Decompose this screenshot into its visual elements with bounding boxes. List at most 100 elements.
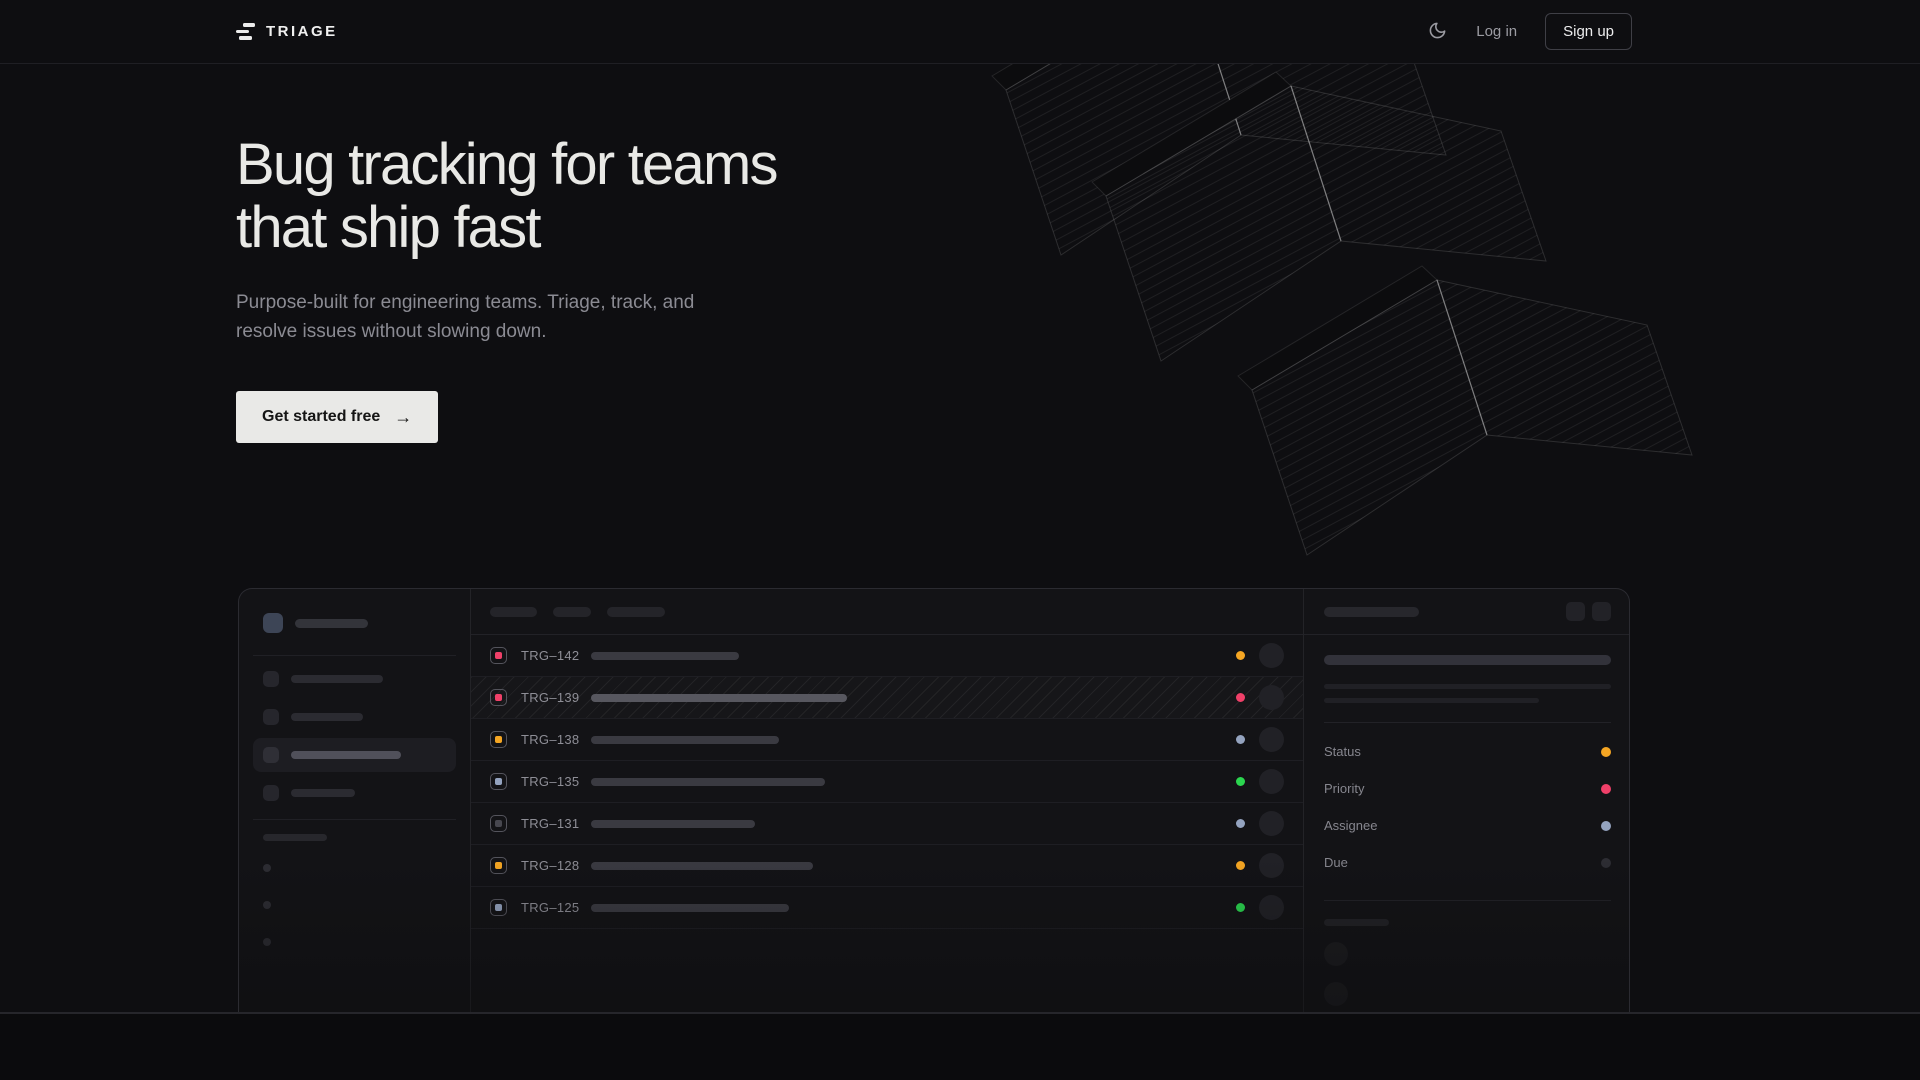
activity-section-placeholder <box>1324 919 1389 926</box>
panel-field-label: Priority <box>1324 781 1364 796</box>
app-mockup: TRG–142 TRG–139 TRG–138 TRG–135 TRG–131 TRG–1… <box>238 588 1630 1013</box>
issue-type-icon <box>490 731 507 748</box>
header-actions: Log in Sign up <box>1426 13 1632 50</box>
issue-type-icon-fill <box>495 778 502 785</box>
issue-type-icon <box>490 689 507 706</box>
description-line-placeholder <box>1324 684 1611 689</box>
wireframe-shape-2 <box>1092 72 1546 361</box>
mock-issue-list: TRG–142 TRG–139 TRG–138 TRG–135 TRG–131 TRG–1… <box>471 635 1303 929</box>
mock-panel-activity <box>1324 942 1611 1006</box>
panel-title-placeholder <box>1324 607 1419 617</box>
mock-issue-row: TRG–142 <box>471 635 1303 677</box>
brand-logo[interactable]: TRIAGE <box>236 23 338 40</box>
issue-status-dot <box>1236 861 1245 870</box>
hero-subtitle: Purpose-built for engineering teams. Tri… <box>236 289 996 347</box>
mock-sidebar-dots <box>263 864 456 946</box>
issue-assignee-avatar <box>1259 769 1284 794</box>
issue-title-placeholder <box>591 652 739 660</box>
issue-type-icon <box>490 647 507 664</box>
panel-field-label: Due <box>1324 855 1348 870</box>
mock-nav-item <box>253 700 456 734</box>
issue-status-dot <box>1236 777 1245 786</box>
panel-button-placeholder <box>1592 602 1611 621</box>
panel-field-label: Assignee <box>1324 818 1377 833</box>
issue-type-icon <box>490 899 507 916</box>
signup-button[interactable]: Sign up <box>1545 13 1632 50</box>
mock-list-toolbar <box>471 589 1303 635</box>
sidebar-dot <box>263 901 271 909</box>
nav-item-icon <box>263 709 279 725</box>
hero-section: Bug tracking for teams that ship fast Pu… <box>0 64 1920 1013</box>
panel-field-row: Due <box>1324 844 1611 881</box>
workspace-name-placeholder <box>295 619 368 628</box>
issue-type-icon <box>490 815 507 832</box>
dark-mode-toggle[interactable] <box>1426 21 1448 43</box>
issue-type-icon-fill <box>495 904 502 911</box>
nav-item-label-placeholder <box>291 713 363 721</box>
toolbar-pill-placeholder <box>607 607 665 617</box>
issue-assignee-avatar <box>1259 811 1284 836</box>
issue-title-placeholder <box>1324 655 1611 665</box>
cta-label: Get started free <box>262 408 380 426</box>
issue-id: TRG–139 <box>521 690 583 705</box>
issue-title-placeholder <box>591 736 779 744</box>
issue-id: TRG–138 <box>521 732 583 747</box>
issue-type-icon-fill <box>495 862 502 869</box>
mock-sidebar <box>239 589 471 1013</box>
issue-type-icon-fill <box>495 820 502 827</box>
panel-field-dot <box>1601 747 1611 757</box>
panel-field-label: Status <box>1324 744 1361 759</box>
mock-issue-row: TRG–139 <box>471 677 1303 719</box>
login-link[interactable]: Log in <box>1476 23 1517 40</box>
hero-copy: Bug tracking for teams that ship fast Pu… <box>236 64 996 443</box>
issue-id: TRG–131 <box>521 816 583 831</box>
page-title: Bug tracking for teams that ship fast <box>236 134 996 259</box>
wireframe-shape-1 <box>992 64 1446 255</box>
footer-section <box>0 1013 1920 1080</box>
issue-id: TRG–135 <box>521 774 583 789</box>
toolbar-pill-placeholder <box>490 607 537 617</box>
divider <box>253 819 456 820</box>
issue-title-placeholder <box>591 778 825 786</box>
nav-item-icon <box>263 671 279 687</box>
arrow-right-icon: → <box>394 408 412 426</box>
panel-field-dot <box>1601 858 1611 868</box>
issue-status-dot <box>1236 735 1245 744</box>
issue-id: TRG–128 <box>521 858 583 873</box>
panel-field-row: Assignee <box>1324 807 1611 844</box>
sidebar-section-placeholder <box>263 834 327 841</box>
mock-nav-item <box>253 662 456 696</box>
issue-status-dot <box>1236 819 1245 828</box>
issue-assignee-avatar <box>1259 895 1284 920</box>
issue-title-placeholder <box>591 820 755 828</box>
sidebar-dot <box>263 864 271 872</box>
mock-issue-row: TRG–125 <box>471 887 1303 929</box>
issue-type-icon <box>490 773 507 790</box>
mock-panel-body: Status Priority Assignee Due <box>1304 635 1629 1006</box>
issue-assignee-avatar <box>1259 853 1284 878</box>
mock-issue-row: TRG–131 <box>471 803 1303 845</box>
moon-icon <box>1428 21 1447 43</box>
issue-status-dot <box>1236 903 1245 912</box>
panel-field-row: Status <box>1324 733 1611 770</box>
issue-id: TRG–142 <box>521 648 583 663</box>
issue-title-placeholder <box>591 904 789 912</box>
wireframe-shape-3 <box>1238 266 1692 555</box>
mock-panel-fields: Status Priority Assignee Due <box>1324 723 1611 881</box>
mock-nav-item <box>253 776 456 810</box>
mock-issue-row: TRG–135 <box>471 761 1303 803</box>
mock-nav-item <box>253 738 456 772</box>
mock-issue-row: TRG–128 <box>471 845 1303 887</box>
panel-header-buttons <box>1566 602 1611 621</box>
get-started-button[interactable]: Get started free → <box>236 391 438 443</box>
sidebar-dot <box>263 938 271 946</box>
issue-id: TRG–125 <box>521 900 583 915</box>
issue-type-icon-fill <box>495 652 502 659</box>
issue-assignee-avatar <box>1259 643 1284 668</box>
nav-item-label-placeholder <box>291 675 383 683</box>
issue-type-icon-fill <box>495 694 502 701</box>
issue-type-icon <box>490 857 507 874</box>
panel-field-dot <box>1601 821 1611 831</box>
mock-workspace-row <box>253 613 456 633</box>
divider <box>253 655 456 656</box>
